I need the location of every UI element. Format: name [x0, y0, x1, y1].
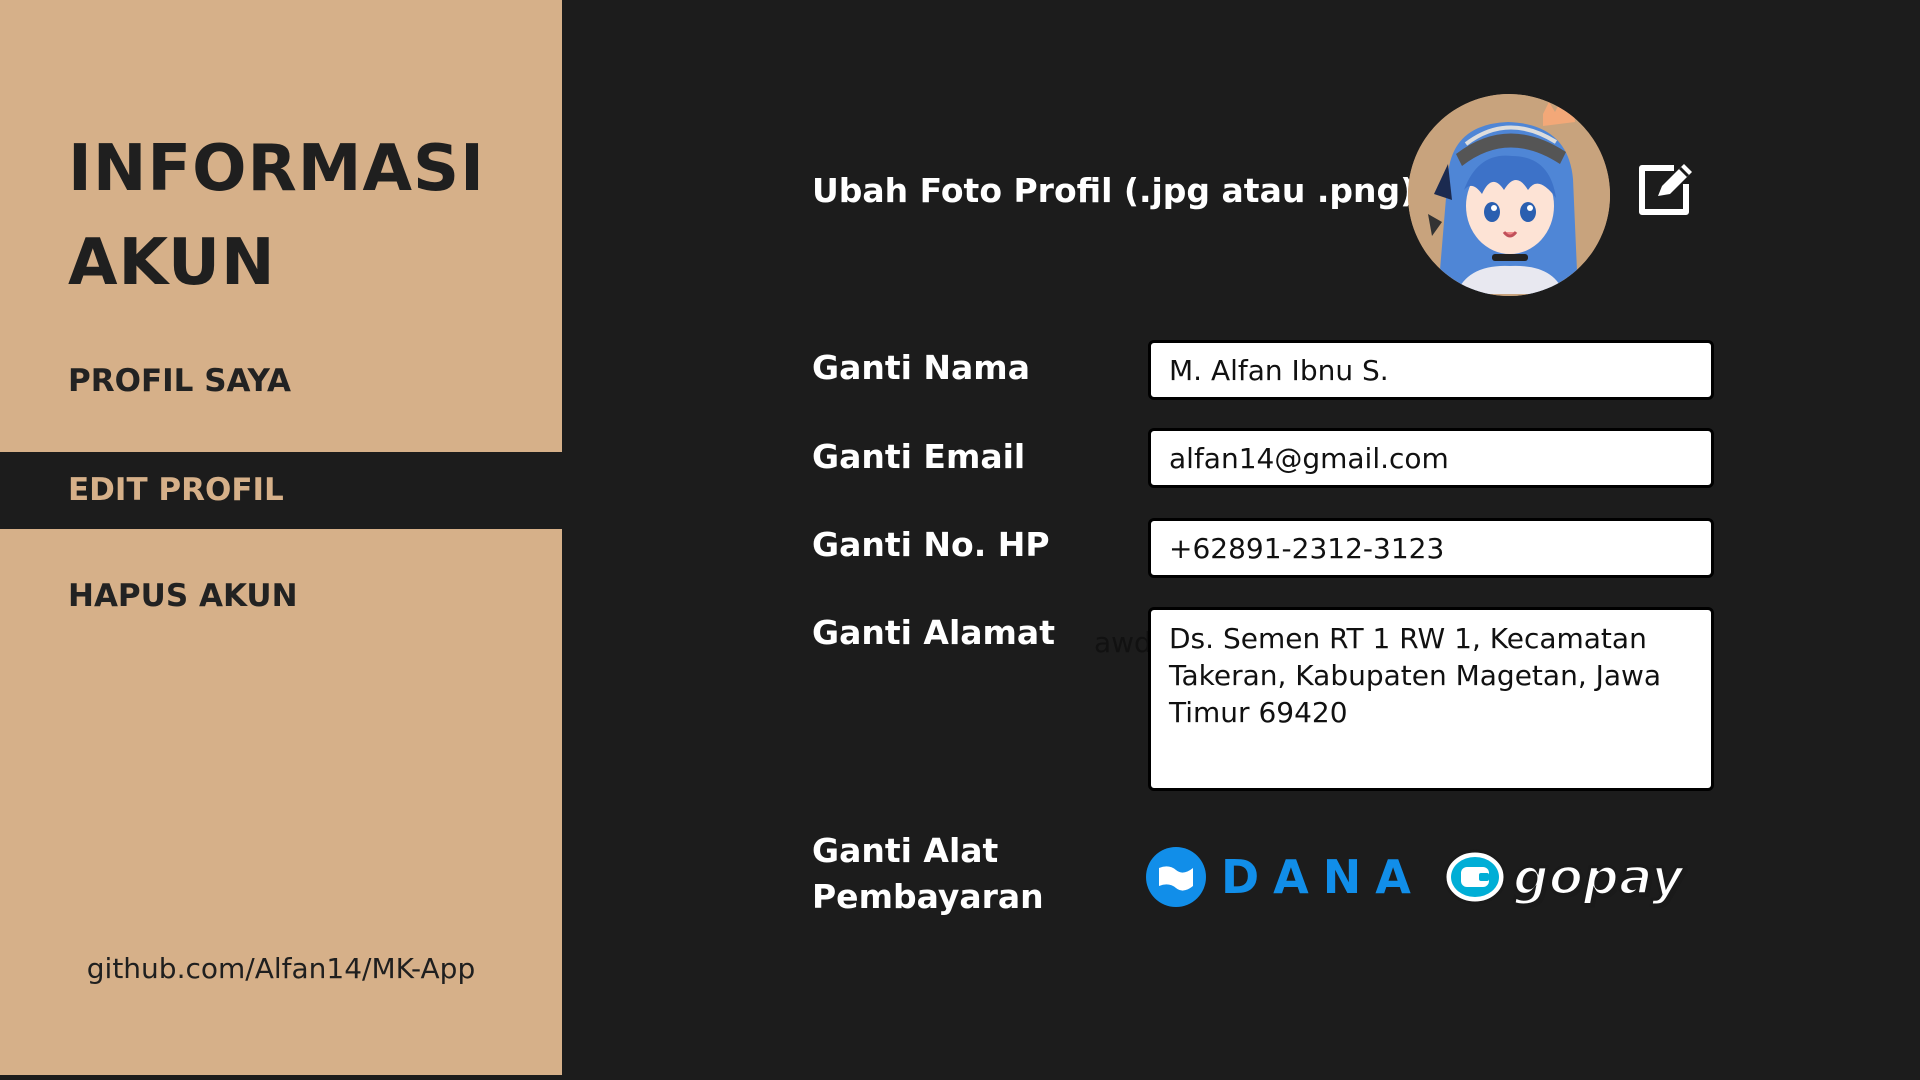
- sidebar-title: INFORMASI AKUN: [68, 132, 485, 300]
- avatar[interactable]: [1408, 94, 1610, 296]
- dana-label: DANA: [1221, 850, 1425, 904]
- label-payment: Ganti Alat Pembayaran: [812, 831, 1044, 916]
- sidebar: INFORMASI AKUN PROFIL SAYA EDIT PROFIL H…: [0, 0, 562, 1075]
- label-nama: Ganti Nama: [812, 348, 1030, 387]
- phone-field[interactable]: +62891-2312-3123: [1148, 518, 1714, 578]
- github-link[interactable]: github.com/Alfan14/MK-App: [0, 952, 562, 985]
- nav-item-hapus-akun[interactable]: HAPUS AKUN: [0, 573, 562, 619]
- stray-text: awd: [1094, 626, 1152, 659]
- nav-item-edit-profil[interactable]: EDIT PROFIL: [0, 452, 562, 529]
- label-hp: Ganti No. HP: [812, 525, 1050, 564]
- gopay-logo-icon: [1443, 849, 1507, 905]
- label-email: Ganti Email: [812, 437, 1026, 476]
- email-field[interactable]: alfan14@gmail.com: [1148, 428, 1714, 488]
- photo-label: Ubah Foto Profil (.jpg atau .png): [812, 171, 1416, 210]
- edit-photo-icon[interactable]: [1634, 158, 1696, 220]
- gopay-label: gopay: [1512, 847, 1686, 908]
- dana-logo-icon: [1146, 847, 1206, 907]
- nama-field[interactable]: M. Alfan Ibnu S.: [1148, 340, 1714, 400]
- alamat-textarea[interactable]: Ds. Semen RT 1 RW 1, Kecamatan Takeran, …: [1148, 607, 1714, 791]
- payment-option-dana[interactable]: DANA: [1145, 846, 1425, 908]
- nav-item-profil-saya[interactable]: PROFIL SAYA: [0, 358, 562, 404]
- page: INFORMASI AKUN PROFIL SAYA EDIT PROFIL H…: [0, 0, 1920, 1080]
- avatar-illustration-icon: [1408, 94, 1610, 296]
- payment-option-gopay[interactable]: gopay: [1443, 846, 1686, 908]
- label-alamat: Ganti Alamat: [812, 613, 1055, 652]
